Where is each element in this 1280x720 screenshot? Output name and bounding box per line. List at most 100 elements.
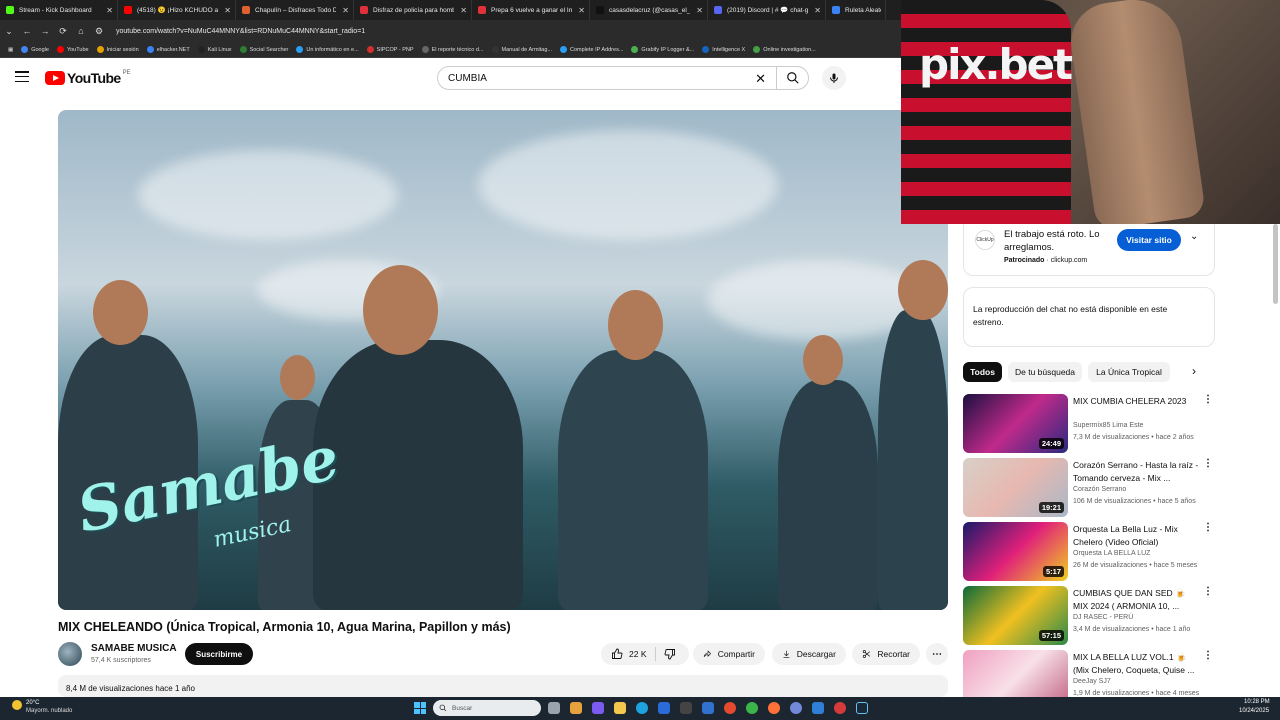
more-actions-button[interactable]: ⋯	[926, 643, 948, 665]
recommendation-title[interactable]: CUMBIAS QUE DAN SED 🍺 MIX 2024 ( ARMONIA…	[1073, 587, 1199, 612]
recommendation-thumbnail[interactable]: 24:49	[963, 394, 1068, 453]
chevron-down-icon[interactable]: ⌄	[1190, 231, 1198, 242]
tab-close-icon[interactable]: ✕	[460, 6, 467, 15]
recommendation-item[interactable]: 57:15 CUMBIAS QUE DAN SED 🍺 MIX 2024 ( AR…	[963, 586, 1219, 646]
chip-all[interactable]: Todos	[963, 362, 1002, 382]
store-icon[interactable]	[658, 702, 670, 714]
chip-from-search[interactable]: De tu búsqueda	[1008, 362, 1082, 382]
download-button[interactable]: Descargar	[772, 643, 846, 665]
recommendation-item[interactable]: 19:21 Corazón Serrano - Hasta la raíz - T…	[963, 458, 1219, 518]
browser-tab[interactable]: (4518) 😉 ¡Hizo KCHUDO a un ✕	[118, 0, 236, 20]
chip-la-unica-tropical[interactable]: La Única Tropical	[1088, 362, 1170, 382]
tab-close-icon[interactable]: ✕	[342, 6, 349, 15]
edge-icon[interactable]	[636, 702, 648, 714]
recommendation-thumbnail[interactable]: 5:17	[963, 522, 1068, 581]
app-icon[interactable]	[812, 702, 824, 714]
ad-headline[interactable]: El trabajo está roto. Lo arreglamos.	[1004, 229, 1114, 254]
app-icon[interactable]	[702, 702, 714, 714]
bookmark-item[interactable]: El reporte técnico d...	[421, 46, 484, 53]
bookmark-item[interactable]: Intelligence X	[702, 46, 745, 53]
recommendation-thumbnail[interactable]: 57:15	[963, 586, 1068, 645]
app-icon[interactable]	[680, 702, 692, 714]
site-info-icon[interactable]: ⚙	[90, 26, 108, 37]
tab-close-icon[interactable]: ✕	[814, 6, 821, 15]
weather-icon[interactable]	[12, 700, 22, 710]
youtube-logo[interactable]: YouTube PE	[45, 70, 131, 86]
bookmark-item[interactable]: elhacker.NET	[146, 46, 190, 53]
scrollbar[interactable]	[1273, 224, 1278, 304]
recommendation-title[interactable]: MIX CUMBIA CHELERA 2023	[1073, 395, 1199, 408]
tab-close-icon[interactable]: ✕	[578, 6, 585, 15]
bookmark-item[interactable]: Online investigation...	[753, 46, 816, 53]
recommendation-channel[interactable]: Supermix85 Lima Este	[1073, 422, 1143, 429]
taskbar-search[interactable]: Buscar	[433, 700, 541, 716]
browser-tab[interactable]: Stream - Kick Dashboard ✕	[0, 0, 118, 20]
browser-tab[interactable]: Disfraz de policía para hombre ✕	[354, 0, 472, 20]
tab-close-icon[interactable]: ✕	[224, 6, 231, 15]
browser-tab[interactable]: Ruleta Aleatoria	[826, 0, 886, 20]
browser-tab[interactable]: Chapulín – Disfraces Todo Disfr ✕	[236, 0, 354, 20]
bookmark-item[interactable]: Google	[21, 46, 49, 53]
recommendation-thumbnail[interactable]: 19:21	[963, 458, 1068, 517]
bookmark-item[interactable]: Social Searcher	[239, 46, 288, 53]
browser-tab[interactable]: (2019) Discord | # 💬 chat-general ✕	[708, 0, 826, 20]
forward-icon[interactable]: →	[36, 26, 54, 36]
more-options-icon[interactable]: ⋮	[1203, 522, 1213, 533]
chrome-icon[interactable]	[724, 702, 736, 714]
voice-search-button[interactable]	[822, 66, 846, 90]
task-view-icon[interactable]	[548, 702, 560, 714]
more-options-icon[interactable]: ⋮	[1203, 586, 1213, 597]
hamburger-menu-icon[interactable]	[15, 71, 29, 83]
url-field[interactable]: youtube.com/watch?v=NuMuC44MNNY&list=RDN…	[116, 28, 365, 35]
recommendation-title[interactable]: Orquesta La Bella Luz - Mix Chelero (Vid…	[1073, 523, 1199, 548]
recommendation-channel[interactable]: DeeJay SJ7	[1073, 678, 1111, 685]
bookmark-item[interactable]: Un informático en e...	[296, 46, 359, 53]
clip-button[interactable]: Recortar	[852, 643, 920, 665]
discord-icon[interactable]	[790, 702, 802, 714]
recommendation-channel[interactable]: Orquesta LA BELLA LUZ	[1073, 550, 1150, 557]
app-icon[interactable]	[570, 702, 582, 714]
reload-icon[interactable]: ⟳	[54, 26, 72, 37]
weather-temperature[interactable]: 20°C	[26, 700, 39, 706]
recommendation-item[interactable]: 5:17 Orquesta La Bella Luz - Mix Chelero …	[963, 522, 1219, 582]
bookmark-item[interactable]: Iniciar sesión	[96, 46, 139, 53]
browser-tab[interactable]: Prepa 6 vuelve a ganar el Intercol ✕	[472, 0, 590, 20]
clock-time[interactable]: 10:28 PM	[1244, 699, 1270, 705]
channel-avatar[interactable]	[58, 642, 82, 666]
bookmark-item[interactable]: SIPCOP - PNP	[366, 46, 414, 53]
more-options-icon[interactable]: ⋮	[1203, 458, 1213, 469]
chevron-right-icon[interactable]: ›	[1192, 364, 1196, 378]
recommendation-title[interactable]: Corazón Serrano - Hasta la raíz - Tomand…	[1073, 459, 1199, 484]
video-player[interactable]: Samabe musica	[58, 110, 948, 610]
bookmark-item[interactable]: Kali Linux	[197, 46, 232, 53]
clear-search-icon[interactable]: ✕	[755, 71, 766, 87]
file-explorer-icon[interactable]	[614, 702, 626, 714]
bookmark-item[interactable]: YouTube	[56, 46, 89, 53]
like-icon[interactable]	[611, 648, 623, 660]
bookmark-item[interactable]: Grabify IP Logger &...	[631, 46, 694, 53]
recommendation-title[interactable]: MIX LA BELLA LUZ VOL.1 🍺 (Mix Chelero, C…	[1073, 651, 1199, 676]
more-options-icon[interactable]: ⋮	[1203, 650, 1213, 661]
recommendation-channel[interactable]: Corazón Serrano	[1073, 486, 1126, 493]
teams-icon[interactable]	[592, 702, 604, 714]
back-icon[interactable]: ←	[18, 26, 36, 36]
search-button[interactable]	[777, 66, 809, 90]
bookmark-item[interactable]: Complete IP Addres...	[560, 46, 623, 53]
more-options-icon[interactable]: ⋮	[1203, 394, 1213, 405]
search-input[interactable]	[448, 72, 738, 84]
recommendation-channel[interactable]: DJ RASEC - PERÚ	[1073, 614, 1133, 621]
share-button[interactable]: Compartir	[693, 643, 765, 665]
apps-grid-icon[interactable]: ▦	[8, 47, 13, 53]
visit-site-button[interactable]: Visitar sitio	[1117, 229, 1181, 251]
steam-icon[interactable]	[856, 702, 868, 714]
app-icon[interactable]	[834, 702, 846, 714]
firefox-icon[interactable]	[768, 702, 780, 714]
description-box[interactable]: 8,4 M de visualizaciones hace 1 año	[58, 675, 948, 697]
dislike-icon[interactable]	[664, 648, 676, 660]
tab-close-icon[interactable]: ✕	[696, 6, 703, 15]
tab-close-icon[interactable]: ✕	[106, 6, 113, 15]
xbox-icon[interactable]	[746, 702, 758, 714]
windows-start-icon[interactable]	[414, 702, 426, 714]
like-count[interactable]: 22 K	[629, 649, 647, 659]
tab-menu-icon[interactable]: ⌄	[0, 26, 18, 37]
